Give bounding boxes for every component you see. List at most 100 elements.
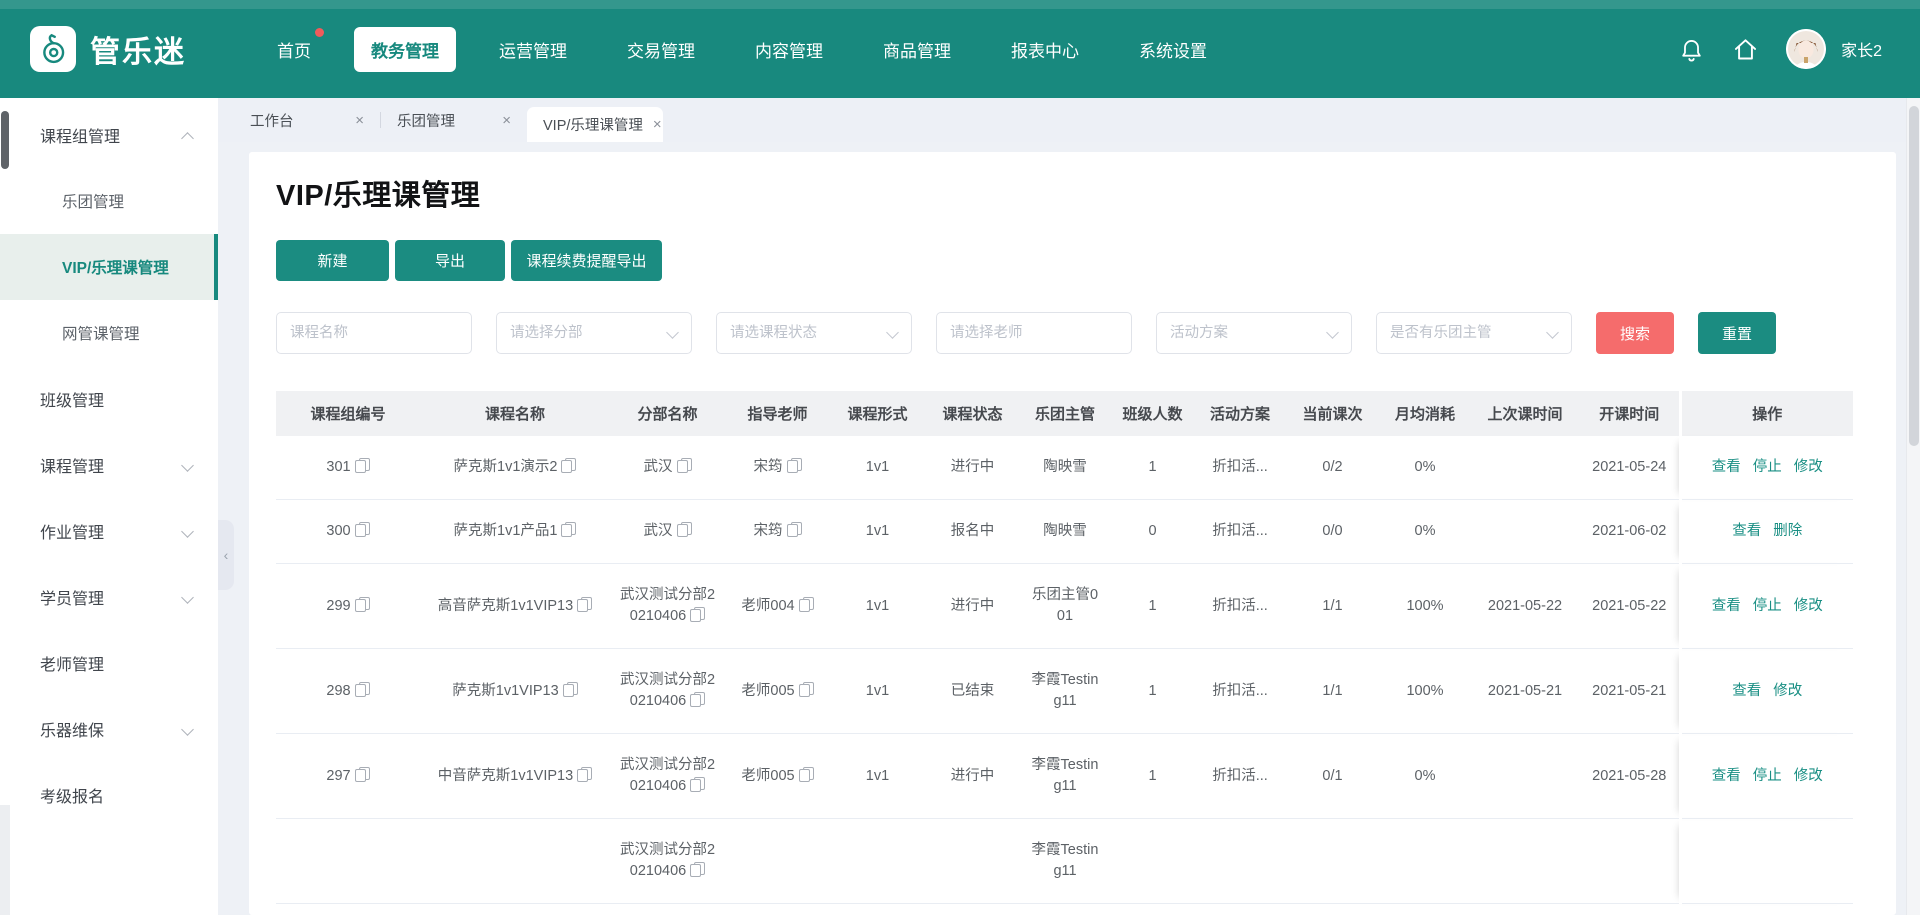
copy-icon[interactable] — [677, 458, 692, 473]
tab-close-icon[interactable]: × — [502, 112, 511, 129]
filter-select[interactable] — [496, 312, 692, 354]
tab-close-icon[interactable]: × — [355, 112, 364, 129]
action-link[interactable]: 查看 — [1712, 598, 1741, 614]
copy-icon[interactable] — [355, 767, 370, 782]
cell-monthly — [1380, 819, 1470, 904]
cell-manager: 李霞Testing11 — [1020, 649, 1110, 734]
cell-value: 0 — [1148, 523, 1156, 539]
nav-item[interactable]: 内容管理 — [738, 27, 840, 72]
action-link[interactable]: 修改 — [1773, 683, 1802, 699]
sidebar-menu: 课程组管理乐团管理VIP/乐理课管理网管课管理班级管理课程管理作业管理学员管理老… — [0, 102, 218, 828]
cell-value: 中音萨克斯1v1VIP13 — [438, 768, 573, 784]
action-link[interactable]: 修改 — [1794, 459, 1823, 475]
cell-value: 1v1 — [866, 523, 889, 539]
sidebar-item[interactable]: 乐团管理 — [0, 168, 218, 234]
chevron-down-icon — [181, 459, 194, 472]
tab-close-icon[interactable]: × — [653, 116, 662, 133]
sidebar-collapse-handle[interactable]: ‹ — [218, 520, 234, 590]
user-name[interactable]: 家长2 — [1841, 37, 1882, 61]
tab-item[interactable]: 乐团管理× — [381, 98, 527, 142]
action-link[interactable]: 停止 — [1753, 598, 1782, 614]
cell-start_date: 2021-05-22 — [1580, 564, 1680, 649]
copy-icon[interactable] — [355, 522, 370, 537]
column-header: 上次课时间 — [1470, 391, 1580, 436]
nav-item[interactable]: 商品管理 — [866, 27, 968, 72]
user-avatar[interactable] — [1786, 29, 1826, 69]
cell-value: 老师004 — [741, 598, 794, 614]
notification-bell-icon[interactable] — [1678, 36, 1705, 63]
copy-icon[interactable] — [787, 458, 802, 473]
cell-plan: 折扣活... — [1195, 436, 1285, 500]
filter-input[interactable] — [276, 312, 472, 354]
filter-select[interactable] — [716, 312, 912, 354]
nav-item[interactable]: 交易管理 — [610, 27, 712, 72]
cell-class_size: 1 — [1110, 436, 1195, 500]
sidebar-item[interactable]: 乐器维保 — [0, 696, 218, 762]
filter-select[interactable] — [1376, 312, 1572, 354]
action-button[interactable]: 新建 — [276, 240, 389, 281]
nav-item[interactable]: 运营管理 — [482, 27, 584, 72]
copy-icon[interactable] — [577, 767, 592, 782]
copy-icon[interactable] — [690, 692, 705, 707]
cell-actions: 查看删除 — [1680, 500, 1853, 564]
cell-branch: 武汉测试分部20210406 — [610, 649, 725, 734]
sidebar-item[interactable]: VIP/乐理课管理 — [0, 234, 218, 300]
nav-item[interactable]: 报表中心 — [994, 27, 1096, 72]
sidebar-item[interactable]: 网管课管理 — [0, 300, 218, 366]
sidebar-item-label: 学员管理 — [40, 585, 104, 609]
sidebar-item[interactable]: 学员管理 — [0, 564, 218, 630]
filter-input[interactable] — [936, 312, 1132, 354]
cell-status — [925, 819, 1020, 904]
action-link[interactable]: 修改 — [1794, 768, 1823, 784]
action-link[interactable]: 查看 — [1732, 523, 1761, 539]
sidebar-item-label: 课程管理 — [40, 453, 104, 477]
sidebar-item[interactable]: 老师管理 — [0, 630, 218, 696]
nav-item[interactable]: 首页 — [260, 27, 328, 72]
cell-teacher: 宋筠 — [725, 500, 830, 564]
action-button[interactable]: 课程续费提醒导出 — [511, 240, 662, 281]
copy-icon[interactable] — [799, 682, 814, 697]
nav-item-label: 商品管理 — [883, 42, 951, 61]
nav-item[interactable]: 系统设置 — [1122, 27, 1224, 72]
sidebar-item[interactable]: 作业管理 — [0, 498, 218, 564]
reset-button[interactable]: 重置 — [1698, 312, 1776, 354]
filter-select[interactable] — [1156, 312, 1352, 354]
copy-icon[interactable] — [355, 682, 370, 697]
column-header: 活动方案 — [1195, 391, 1285, 436]
copy-icon[interactable] — [799, 767, 814, 782]
copy-icon[interactable] — [563, 682, 578, 697]
action-link[interactable]: 停止 — [1753, 768, 1782, 784]
cell-value: 进行中 — [951, 598, 995, 614]
sidebar-item[interactable]: 考级报名 — [0, 762, 218, 828]
copy-icon[interactable] — [355, 458, 370, 473]
nav-item[interactable]: 教务管理 — [354, 27, 456, 72]
copy-icon[interactable] — [677, 522, 692, 537]
sidebar-item[interactable]: 课程管理 — [0, 432, 218, 498]
copy-icon[interactable] — [690, 607, 705, 622]
action-link[interactable]: 查看 — [1732, 683, 1761, 699]
home-icon[interactable] — [1732, 36, 1759, 63]
copy-icon[interactable] — [787, 522, 802, 537]
cell-id: 297 — [276, 734, 420, 819]
copy-icon[interactable] — [561, 522, 576, 537]
copy-icon[interactable] — [690, 777, 705, 792]
search-button[interactable]: 搜索 — [1596, 312, 1674, 354]
tab-item[interactable]: VIP/乐理课管理× — [527, 107, 663, 142]
copy-icon[interactable] — [690, 862, 705, 877]
action-button[interactable]: 导出 — [395, 240, 505, 281]
action-link[interactable]: 停止 — [1753, 459, 1782, 475]
action-link[interactable]: 删除 — [1773, 523, 1802, 539]
sidebar-item[interactable]: 班级管理 — [0, 366, 218, 432]
sidebar-scrollbar-thumb[interactable] — [1, 111, 9, 169]
copy-icon[interactable] — [577, 597, 592, 612]
action-link[interactable]: 修改 — [1794, 598, 1823, 614]
copy-icon[interactable] — [355, 597, 370, 612]
cell-start_date: 2021-06-02 — [1580, 500, 1680, 564]
page-scrollbar-thumb[interactable] — [1909, 106, 1919, 446]
tab-item[interactable]: 工作台× — [234, 98, 380, 142]
action-link[interactable]: 查看 — [1712, 459, 1741, 475]
copy-icon[interactable] — [799, 597, 814, 612]
action-link[interactable]: 查看 — [1712, 768, 1741, 784]
copy-icon[interactable] — [561, 458, 576, 473]
sidebar-item[interactable]: 课程组管理 — [0, 102, 218, 168]
